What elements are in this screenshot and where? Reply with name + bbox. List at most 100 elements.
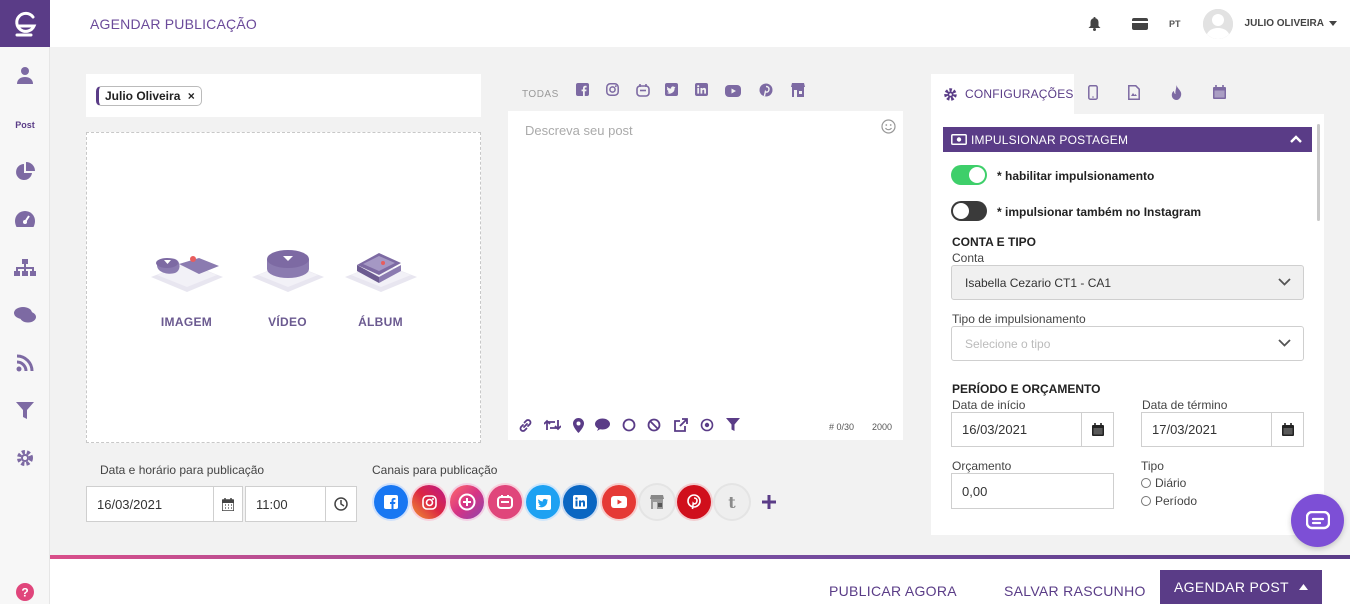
boost-section-title: IMPULSIONAR POSTAGEM <box>971 132 1129 147</box>
account-section-title: CONTA E TIPO <box>952 235 1036 249</box>
channel-twitter[interactable] <box>526 485 560 519</box>
top-bar: AGENDAR PUBLICAÇÃO PT JULIO OLIVEIRA <box>50 0 1350 47</box>
gear-icon[interactable] <box>0 449 50 467</box>
sitemap-icon[interactable] <box>0 259 50 277</box>
budget-input[interactable]: 0,00 <box>951 473 1114 509</box>
end-calendar-icon[interactable] <box>1271 412 1304 447</box>
channel-youtube[interactable] <box>602 485 636 519</box>
tab-configuracoes[interactable]: CONFIGURAÇÕES <box>931 74 1074 114</box>
radio-daily[interactable]: Diário <box>1141 476 1186 490</box>
dashboard-icon[interactable] <box>0 210 50 228</box>
store-tab-icon[interactable] <box>790 83 806 102</box>
budget-label: Orçamento <box>952 459 1012 473</box>
dot-circle-icon[interactable] <box>700 418 714 437</box>
credit-card-icon[interactable] <box>1132 17 1149 30</box>
avatar[interactable] <box>1202 8 1233 39</box>
video-upload[interactable]: VÍDEO <box>250 245 325 329</box>
post-editor[interactable]: Descreva seu post # 0/30 2000 <box>508 111 903 440</box>
account-select[interactable]: Isabella Cezario CT1 - CA1 <box>951 265 1304 300</box>
user-name[interactable]: JULIO OLIVEIRA <box>1245 18 1324 29</box>
image-upload[interactable]: IMAGEM <box>149 245 224 329</box>
map-marker-icon[interactable] <box>573 418 584 438</box>
clock-icon[interactable] <box>325 486 357 522</box>
start-date-input[interactable]: 16/03/2021 <box>951 412 1083 447</box>
app-logo[interactable] <box>0 0 50 47</box>
calendar-tab-icon[interactable] <box>1213 85 1226 104</box>
period-section-title: PERÍODO E ORÇAMENTO <box>952 382 1101 396</box>
file-image-icon[interactable] <box>1128 85 1140 105</box>
chevron-down-icon <box>1278 278 1291 286</box>
add-channel-button[interactable] <box>752 485 786 519</box>
linkedin-tab-icon[interactable] <box>695 83 708 101</box>
ban-icon[interactable] <box>647 418 661 437</box>
external-link-icon[interactable] <box>673 418 688 438</box>
plus-circle-icon <box>458 493 476 511</box>
chevron-down-icon[interactable] <box>1329 21 1337 26</box>
instagram-tab-icon[interactable] <box>606 83 619 101</box>
help-icon[interactable]: ? <box>0 583 50 601</box>
channel-linkedin[interactable] <box>563 485 597 519</box>
radio-button[interactable] <box>1141 496 1151 506</box>
language-selector[interactable]: PT <box>1169 19 1181 29</box>
panel-scrollbar[interactable] <box>1317 124 1320 221</box>
emoji-icon[interactable] <box>881 119 896 139</box>
filter-tool-icon[interactable] <box>726 418 740 437</box>
pie-chart-icon[interactable] <box>0 162 50 182</box>
chevron-up-icon[interactable] <box>1290 135 1302 143</box>
comment-icon[interactable] <box>595 418 610 437</box>
remove-tag-icon[interactable]: × <box>188 89 195 103</box>
channel-instagram[interactable] <box>412 485 446 519</box>
pinterest-tab-icon[interactable] <box>759 83 773 102</box>
radio-button[interactable] <box>1141 478 1151 488</box>
boost-type-select[interactable]: Selecione o tipo <box>951 326 1304 361</box>
boost-section-header[interactable]: IMPULSIONAR POSTAGEM <box>943 127 1312 152</box>
type-label: Tipo <box>1141 459 1164 473</box>
bell-icon[interactable] <box>1088 16 1101 31</box>
end-date-input[interactable]: 17/03/2021 <box>1141 412 1273 447</box>
link-icon[interactable] <box>518 418 533 438</box>
start-calendar-icon[interactable] <box>1081 412 1114 447</box>
robot-tab-icon[interactable] <box>636 83 650 102</box>
robot-icon <box>497 495 513 509</box>
comments-icon[interactable] <box>0 306 50 324</box>
publish-date-input[interactable]: 16/03/2021 <box>86 486 214 522</box>
save-draft-button[interactable]: SALVAR RASCUNHO <box>1004 583 1146 599</box>
image-upload-icon <box>151 256 223 292</box>
twitter-tab-icon[interactable] <box>665 83 678 101</box>
album-upload[interactable]: ÁLBUM <box>343 245 418 329</box>
fire-icon[interactable] <box>1171 85 1182 105</box>
publish-now-button[interactable]: PUBLICAR AGORA <box>829 583 957 599</box>
sidebar-item-post[interactable]: Post <box>0 120 50 130</box>
channel-facebook[interactable] <box>374 485 408 519</box>
image-label: IMAGEM <box>160 315 213 329</box>
enable-boost-toggle[interactable] <box>951 165 987 185</box>
album-upload-icon <box>345 253 417 292</box>
album-label: ÁLBUM <box>358 315 403 329</box>
facebook-tab-icon[interactable] <box>576 83 589 101</box>
post-textarea[interactable]: Descreva seu post <box>525 123 633 138</box>
profile-tag[interactable]: Julio Oliveira × <box>96 86 202 106</box>
channel-google-my-business[interactable] <box>450 485 484 519</box>
mobile-preview-icon[interactable] <box>1088 85 1098 105</box>
publish-time-input[interactable]: 11:00 <box>245 486 327 522</box>
caret-up-icon[interactable] <box>1299 584 1308 590</box>
chat-widget-button[interactable] <box>1291 494 1344 547</box>
circle-icon[interactable] <box>622 418 636 437</box>
filter-icon[interactable] <box>0 402 50 420</box>
user-icon[interactable] <box>0 66 50 84</box>
channel-google-business[interactable] <box>640 485 674 519</box>
schedule-post-button[interactable]: AGENDAR POST <box>1160 570 1322 604</box>
retweet-icon[interactable] <box>543 418 562 437</box>
radio-period[interactable]: Período <box>1141 494 1197 508</box>
calendar-icon[interactable] <box>213 486 243 522</box>
media-dropzone[interactable]: IMAGEM VÍDEO ÁLBUM <box>86 132 481 443</box>
channel-calendar[interactable] <box>488 485 522 519</box>
rss-icon[interactable] <box>0 354 50 372</box>
channel-tumblr[interactable]: t <box>715 485 749 519</box>
tab-all[interactable]: TODAS <box>522 89 559 100</box>
money-bill-icon <box>951 134 967 145</box>
boost-instagram-toggle[interactable] <box>951 201 987 221</box>
channel-pinterest[interactable] <box>677 485 711 519</box>
youtube-tab-icon[interactable] <box>725 84 741 102</box>
schedule-post-label: AGENDAR POST <box>1174 579 1289 595</box>
